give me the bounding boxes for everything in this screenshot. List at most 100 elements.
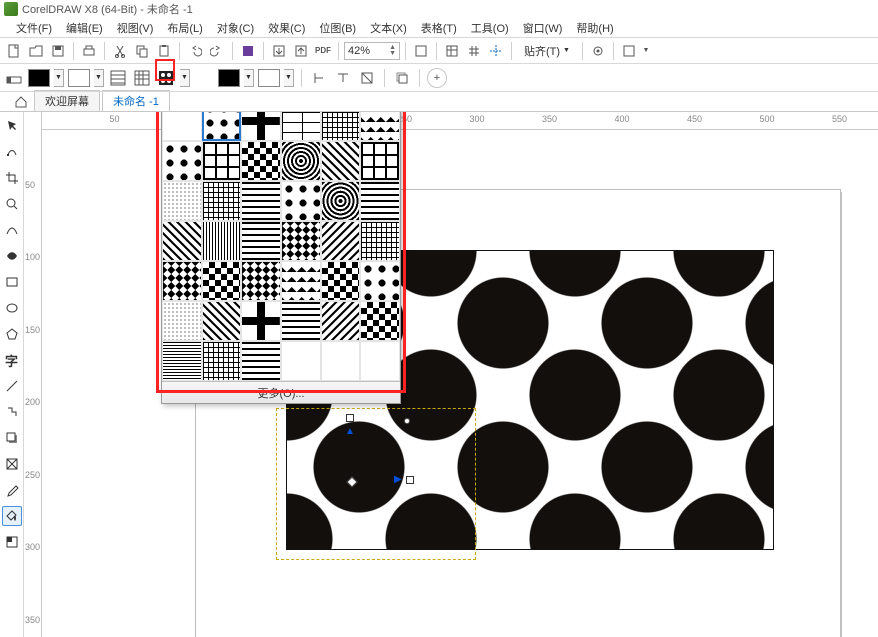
pattern-swatch-dbl[interactable] xyxy=(360,141,400,181)
freehand-tool[interactable] xyxy=(2,220,22,240)
save-button[interactable] xyxy=(48,41,68,61)
pattern-swatch-blank[interactable] xyxy=(281,341,321,381)
pattern-swatch-dots[interactable] xyxy=(281,181,321,221)
pattern-swatch-dots[interactable] xyxy=(360,261,400,301)
pattern-swatch-conc[interactable] xyxy=(281,141,321,181)
undo-button[interactable] xyxy=(185,41,205,61)
menu-file[interactable]: 文件(F) xyxy=(10,18,58,38)
pattern-swatch-check[interactable] xyxy=(241,141,281,181)
show-grid-button[interactable] xyxy=(464,41,484,61)
cut-button[interactable] xyxy=(110,41,130,61)
pattern-swatch-dots[interactable] xyxy=(202,112,242,141)
secondary-front-dropdown[interactable]: ▼ xyxy=(244,69,254,87)
pattern-swatch-grid[interactable] xyxy=(360,221,400,261)
mirror-tiles-v-button[interactable] xyxy=(333,68,353,88)
pattern-swatch-diag[interactable] xyxy=(162,221,202,261)
fill-origin-handle[interactable] xyxy=(346,414,354,422)
publish-pdf-button[interactable]: PDF xyxy=(313,41,333,61)
transparency-tool[interactable] xyxy=(2,454,22,474)
menu-help[interactable]: 帮助(H) xyxy=(570,18,619,38)
pattern-swatch-weave[interactable] xyxy=(162,261,202,301)
back-color-swatch[interactable] xyxy=(68,69,90,87)
pattern-swatch-sq[interactable] xyxy=(241,341,281,381)
pattern-picker-button[interactable] xyxy=(156,68,176,88)
copy-button[interactable] xyxy=(132,41,152,61)
menu-view[interactable]: 视图(V) xyxy=(111,18,160,38)
new-button[interactable] xyxy=(4,41,24,61)
tab-document[interactable]: 未命名 -1 xyxy=(102,90,170,111)
pattern-swatch-sq[interactable] xyxy=(360,181,400,221)
show-guidelines-button[interactable] xyxy=(486,41,506,61)
pattern-swatch-sq[interactable] xyxy=(241,181,281,221)
secondary-back-dropdown[interactable]: ▼ xyxy=(284,69,294,87)
connector-tool[interactable] xyxy=(2,402,22,422)
rectangle-tool[interactable] xyxy=(2,272,22,292)
search-content-button[interactable] xyxy=(238,41,258,61)
pattern-swatch-halft[interactable] xyxy=(162,301,202,341)
parallel-dimension-tool[interactable] xyxy=(2,376,22,396)
full-screen-button[interactable] xyxy=(411,41,431,61)
menu-object[interactable]: 对象(C) xyxy=(211,18,260,38)
crop-tool[interactable] xyxy=(2,168,22,188)
add-preset-button[interactable]: + xyxy=(427,68,447,88)
menu-window[interactable]: 窗口(W) xyxy=(517,18,569,38)
pattern-swatch-diag[interactable] xyxy=(321,141,361,181)
text-tool[interactable]: 字 xyxy=(2,350,22,370)
zoom-tool[interactable] xyxy=(2,194,22,214)
pattern-swatch-sq[interactable] xyxy=(281,301,321,341)
drop-shadow-tool[interactable] xyxy=(2,428,22,448)
export-button[interactable] xyxy=(291,41,311,61)
pattern-swatch-cross[interactable] xyxy=(241,112,281,141)
pattern-picker-dropdown[interactable]: ▼ xyxy=(180,69,190,87)
pattern-swatch-vstripe[interactable] xyxy=(202,221,242,261)
open-button[interactable] xyxy=(26,41,46,61)
pattern-swatch-tri[interactable] xyxy=(360,112,400,141)
pattern-swatch-blank[interactable] xyxy=(321,341,361,381)
pick-tool[interactable] xyxy=(2,116,22,136)
shape-tool[interactable] xyxy=(2,142,22,162)
pattern-swatch-dbl[interactable] xyxy=(202,141,242,181)
tab-welcome[interactable]: 欢迎屏幕 xyxy=(34,90,100,111)
pattern-swatch-grid[interactable] xyxy=(202,341,242,381)
pattern-swatch-check[interactable] xyxy=(360,301,400,341)
pattern-swatch-weave[interactable] xyxy=(281,221,321,261)
menu-edit[interactable]: 编辑(E) xyxy=(60,18,109,38)
pattern-swatch-tri[interactable] xyxy=(281,261,321,301)
transform-with-object-button[interactable] xyxy=(357,68,377,88)
edit-fill-button[interactable] xyxy=(4,68,24,88)
front-color-swatch[interactable] xyxy=(28,69,50,87)
show-rulers-button[interactable] xyxy=(442,41,462,61)
pattern-crosshatch-button[interactable] xyxy=(132,68,152,88)
pattern-swatch-blank[interactable] xyxy=(162,112,202,141)
smart-fill-tool[interactable] xyxy=(2,532,22,552)
menu-effects[interactable]: 效果(C) xyxy=(262,18,311,38)
pattern-swatch-blank[interactable] xyxy=(360,341,400,381)
zoom-level-input[interactable]: 42% ▲▼ xyxy=(344,42,400,60)
pattern-swatch-cross[interactable] xyxy=(241,301,281,341)
secondary-front-swatch[interactable] xyxy=(218,69,240,87)
pattern-swatch-diag2[interactable] xyxy=(321,301,361,341)
pattern-swatch-sq[interactable] xyxy=(241,221,281,261)
pattern-swatch-check[interactable] xyxy=(321,261,361,301)
menu-table[interactable]: 表格(T) xyxy=(415,18,463,38)
redo-button[interactable] xyxy=(207,41,227,61)
menu-bitmap[interactable]: 位图(B) xyxy=(313,18,362,38)
fill-vector-end-handle[interactable] xyxy=(404,418,410,424)
menu-text[interactable]: 文本(X) xyxy=(364,18,413,38)
paste-button[interactable] xyxy=(154,41,174,61)
back-color-dropdown[interactable]: ▼ xyxy=(94,69,104,87)
copy-fill-button[interactable] xyxy=(392,68,412,88)
pattern-swatch-brick[interactable] xyxy=(281,112,321,141)
eyedropper-tool[interactable] xyxy=(2,480,22,500)
pattern-swatch-diag[interactable] xyxy=(202,301,242,341)
artistic-media-tool[interactable] xyxy=(2,246,22,266)
pattern-swatch-check[interactable] xyxy=(202,261,242,301)
import-button[interactable] xyxy=(269,41,289,61)
snap-to-dropdown[interactable]: 贴齐(T)▼ xyxy=(517,41,577,61)
polygon-tool[interactable] xyxy=(2,324,22,344)
canvas-area[interactable]: 50100150200250300350400450500550 ▲ ▶ 更多(… xyxy=(42,112,878,637)
mirror-tiles-h-button[interactable] xyxy=(309,68,329,88)
pattern-swatch-grid[interactable] xyxy=(202,181,242,221)
pattern-hatch-button[interactable] xyxy=(108,68,128,88)
more-patterns-button[interactable]: 更多(O)... xyxy=(162,381,400,403)
